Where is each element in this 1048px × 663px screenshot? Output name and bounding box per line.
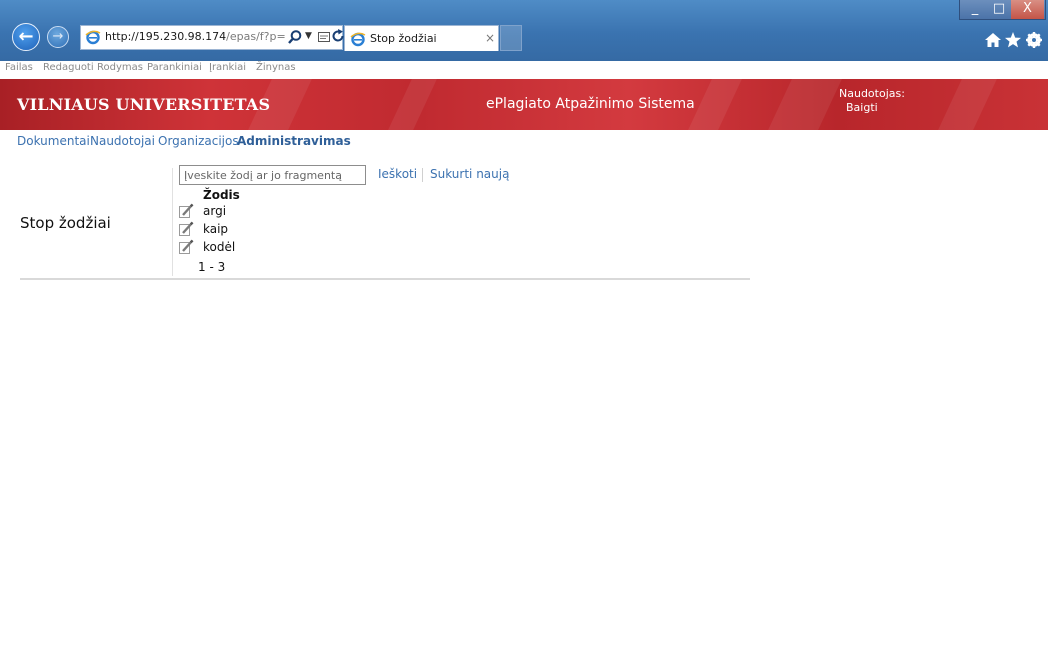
- logout-link[interactable]: Baigti: [846, 101, 878, 114]
- maximize-button[interactable]: □: [987, 0, 1011, 19]
- menu-item-zinynas[interactable]: Žinynas: [256, 62, 296, 73]
- nav-administravimas[interactable]: Administravimas: [237, 134, 351, 148]
- stopword-text: kaip: [203, 222, 229, 236]
- url-text: http://195.230.98.174/epas/f?p=: [105, 30, 286, 43]
- system-name: ePlagiato Atpažinimo Sistema: [486, 96, 695, 112]
- close-tab-icon[interactable]: ×: [485, 31, 495, 45]
- menu-item-irankiai[interactable]: Įrankiai: [209, 62, 246, 73]
- home-icon[interactable]: [984, 31, 1002, 49]
- close-button[interactable]: X: [1011, 0, 1044, 19]
- pagination-text: 1 - 3: [198, 260, 226, 274]
- ie-logo-icon: [85, 30, 101, 45]
- ie-logo-icon: [350, 32, 366, 47]
- header-decoration: [768, 79, 842, 130]
- nav-naudotojai[interactable]: Naudotojai: [90, 134, 155, 148]
- header-decoration: [388, 79, 437, 130]
- link-separator: [422, 168, 423, 182]
- page-title: Stop žodžiai: [20, 214, 111, 232]
- browser-toolbar: ← → http://195.230.98.174/epas/f?p= ▼ St…: [0, 0, 1048, 61]
- header-decoration: [938, 79, 997, 130]
- user-label: Naudotojas:: [839, 87, 905, 100]
- site-header: VILNIAUS UNIVERSITETAS ePlagiato Atpažin…: [0, 79, 1048, 130]
- nav-dokumentai[interactable]: Dokumentai: [17, 134, 90, 148]
- tab-title: Stop žodžiai: [370, 32, 437, 45]
- star-icon[interactable]: [1004, 31, 1022, 49]
- edit-pencil-icon[interactable]: [178, 221, 194, 237]
- forward-button[interactable]: →: [47, 26, 69, 48]
- tab-stop-zodziai[interactable]: Stop žodžiai ×: [344, 25, 499, 51]
- minimize-button[interactable]: _: [963, 0, 987, 19]
- address-bar[interactable]: http://195.230.98.174/epas/f?p= ▼: [80, 25, 344, 50]
- menu-item-redaguoti[interactable]: Redaguoti: [43, 62, 94, 73]
- vertical-divider: [172, 168, 173, 276]
- horizontal-divider: [20, 278, 750, 280]
- edit-pencil-icon[interactable]: [178, 203, 194, 219]
- create-new-link[interactable]: Sukurti naują: [430, 167, 509, 181]
- column-header-zodis: Žodis: [203, 188, 240, 202]
- menu-item-rodymas[interactable]: Rodymas: [97, 62, 143, 73]
- compatibility-view-icon[interactable]: [317, 30, 331, 44]
- window-controls: _ □ X: [959, 0, 1046, 20]
- chevron-down-icon[interactable]: ▼: [305, 31, 312, 41]
- menu-item-failas[interactable]: Failas: [5, 62, 33, 73]
- header-decoration: [688, 79, 742, 130]
- edit-pencil-icon[interactable]: [178, 239, 194, 255]
- search-link[interactable]: Ieškoti: [378, 167, 417, 181]
- nav-organizacijos[interactable]: Organizacijos: [158, 134, 239, 148]
- menu-bar: Failas Redaguoti Rodymas Parankiniai Įra…: [0, 61, 1048, 76]
- university-name: VILNIAUS UNIVERSITETAS: [17, 95, 271, 114]
- back-button[interactable]: ←: [12, 23, 40, 51]
- stopword-text: kodėl: [203, 240, 236, 254]
- gear-icon[interactable]: [1025, 31, 1043, 49]
- search-input[interactable]: [179, 165, 366, 185]
- stopword-text: argi: [203, 204, 227, 218]
- search-icon[interactable]: [287, 29, 303, 45]
- menu-item-parankiniai[interactable]: Parankiniai: [147, 62, 202, 73]
- new-tab-button[interactable]: [500, 25, 522, 51]
